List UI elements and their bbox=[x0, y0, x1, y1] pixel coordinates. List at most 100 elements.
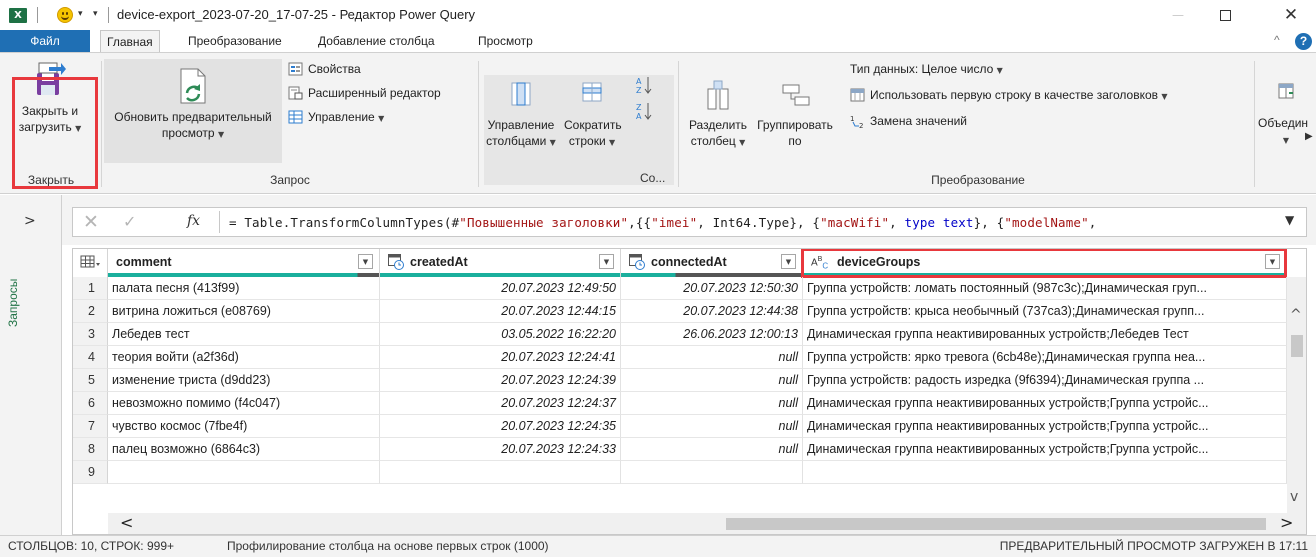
cell-createdAt[interactable]: 20.07.2023 12:24:35 bbox=[380, 415, 621, 438]
cell-createdAt[interactable]: 20.07.2023 12:49:50 bbox=[380, 277, 621, 300]
cell-connectedAt[interactable]: 20.07.2023 12:44:38 bbox=[621, 300, 803, 323]
maximize-button[interactable] bbox=[1202, 0, 1248, 30]
scroll-right-icon[interactable]: > bbox=[1280, 513, 1293, 532]
cell-deviceGroups[interactable]: Динамическая группа неактивированных уст… bbox=[803, 438, 1287, 461]
column-filter-button[interactable]: ▼ bbox=[358, 254, 373, 269]
profiling-mode[interactable]: Профилирование столбца на основе первых … bbox=[227, 536, 549, 557]
close-window-button[interactable]: ✕ bbox=[1268, 0, 1314, 30]
column-filter-button[interactable]: ▼ bbox=[781, 254, 796, 269]
manage-columns-button[interactable]: Управление столбцами ▼ bbox=[484, 79, 558, 151]
quick-access-customize-icon[interactable]: ▾ bbox=[93, 9, 98, 19]
row-number[interactable]: 6 bbox=[73, 392, 108, 415]
group-by-button[interactable]: Группировать по bbox=[754, 79, 836, 149]
queries-pane-label[interactable]: Запросы bbox=[6, 267, 22, 327]
cell-createdAt[interactable]: 20.07.2023 12:24:33 bbox=[380, 438, 621, 461]
table-menu-button[interactable] bbox=[73, 249, 108, 277]
tab-view[interactable]: Просмотр bbox=[478, 30, 533, 52]
cell-comment[interactable]: Лебедев тест bbox=[108, 323, 380, 346]
row-number[interactable]: 5 bbox=[73, 369, 108, 392]
tab-home[interactable]: Главная bbox=[100, 30, 160, 53]
scroll-down-icon[interactable]: v bbox=[1290, 489, 1298, 505]
table-row[interactable]: 9 bbox=[73, 461, 1306, 484]
cell-comment[interactable]: изменение триста (d9dd23) bbox=[108, 369, 380, 392]
sort-descending-button[interactable]: ZA bbox=[636, 101, 662, 125]
cell-connectedAt[interactable]: null bbox=[621, 438, 803, 461]
column-filter-button[interactable]: ▼ bbox=[599, 254, 614, 269]
fx-icon[interactable]: fx bbox=[187, 213, 200, 229]
collapse-ribbon-icon[interactable]: ^ bbox=[1274, 33, 1280, 47]
tab-add-column[interactable]: Добавление столбца bbox=[318, 30, 435, 52]
feedback-smiley-icon[interactable] bbox=[57, 7, 73, 23]
tab-file[interactable]: Файл bbox=[0, 30, 90, 52]
cell-deviceGroups[interactable]: Группа устройств: крыса необычный (737ca… bbox=[803, 300, 1287, 323]
replace-values-button[interactable]: 12 Замена значений bbox=[850, 111, 967, 131]
cell-comment[interactable]: теория войти (a2f36d) bbox=[108, 346, 380, 369]
row-number[interactable]: 4 bbox=[73, 346, 108, 369]
scroll-left-icon[interactable]: < bbox=[120, 513, 133, 532]
reduce-rows-button[interactable]: Сократить строки ▼ bbox=[564, 79, 622, 151]
cell-deviceGroups[interactable]: Динамическая группа неактивированных уст… bbox=[803, 392, 1287, 415]
cell-comment[interactable]: чувство космос (7fbe4f) bbox=[108, 415, 380, 438]
cell-createdAt[interactable]: 20.07.2023 12:24:39 bbox=[380, 369, 621, 392]
table-row[interactable]: 1 палата песня (413f99) 20.07.2023 12:49:5… bbox=[73, 277, 1306, 300]
vertical-scrollbar[interactable]: ^ v bbox=[1287, 277, 1306, 513]
cell-connectedAt[interactable]: 26.06.2023 12:00:13 bbox=[621, 323, 803, 346]
cell-comment[interactable]: палец возможно (6864c3) bbox=[108, 438, 380, 461]
use-first-row-button[interactable]: Использовать первую строку в качестве за… bbox=[850, 85, 1168, 105]
table-row[interactable]: 7 чувство космос (7fbe4f) 20.07.2023 12:24… bbox=[73, 415, 1306, 438]
cell-comment[interactable] bbox=[108, 461, 380, 484]
tab-transform[interactable]: Преобразование bbox=[188, 30, 282, 52]
horizontal-scroll-thumb[interactable] bbox=[726, 518, 1266, 530]
cell-createdAt[interactable] bbox=[380, 461, 621, 484]
cell-deviceGroups[interactable]: Группа устройств: ломать постоянный (987… bbox=[803, 277, 1287, 300]
column-header-connectedAt[interactable]: connectedAt ▼ bbox=[621, 249, 803, 277]
formula-input[interactable]: = Table.TransformColumnTypes(#"Повышенны… bbox=[229, 215, 1096, 230]
split-column-button[interactable]: Разделить столбец ▼ bbox=[684, 79, 752, 151]
cell-createdAt[interactable]: 20.07.2023 12:24:41 bbox=[380, 346, 621, 369]
sort-ascending-button[interactable]: AZ bbox=[636, 75, 662, 99]
help-icon[interactable]: ? bbox=[1295, 33, 1312, 50]
cell-connectedAt[interactable]: null bbox=[621, 346, 803, 369]
row-number[interactable]: 8 bbox=[73, 438, 108, 461]
cell-createdAt[interactable]: 20.07.2023 12:44:15 bbox=[380, 300, 621, 323]
cell-connectedAt[interactable] bbox=[621, 461, 803, 484]
cell-comment[interactable]: невозможно помимо (f4c047) bbox=[108, 392, 380, 415]
refresh-preview-button[interactable]: Обновить предварительный просмотр ▼ bbox=[104, 67, 282, 159]
table-row[interactable]: 3 Лебедев тест 03.05.2022 16:22:20 26.06.20… bbox=[73, 323, 1306, 346]
table-row[interactable]: 4 теория войти (a2f36d) 20.07.2023 12:24:4… bbox=[73, 346, 1306, 369]
ribbon-scroll-right-icon[interactable]: ▶ bbox=[1305, 131, 1313, 142]
cell-deviceGroups[interactable]: Группа устройств: ярко тревога (6cb48e);… bbox=[803, 346, 1287, 369]
row-number[interactable]: 7 bbox=[73, 415, 108, 438]
cell-comment[interactable]: палата песня (413f99) bbox=[108, 277, 380, 300]
vertical-scroll-thumb[interactable] bbox=[1291, 335, 1303, 357]
cell-deviceGroups[interactable]: Динамическая группа неактивированных уст… bbox=[803, 415, 1287, 438]
row-number[interactable]: 9 bbox=[73, 461, 108, 484]
expand-queries-icon[interactable]: > bbox=[24, 213, 36, 229]
cell-comment[interactable]: витрина ложиться (e08769) bbox=[108, 300, 380, 323]
row-number[interactable]: 1 bbox=[73, 277, 108, 300]
table-row[interactable]: 5 изменение триста (d9dd23) 20.07.2023 12:… bbox=[73, 369, 1306, 392]
cell-connectedAt[interactable]: null bbox=[621, 415, 803, 438]
column-header-createdAt[interactable]: createdAt ▼ bbox=[380, 249, 621, 277]
minimize-button[interactable]: — bbox=[1155, 0, 1201, 30]
cell-connectedAt[interactable]: 20.07.2023 12:50:30 bbox=[621, 277, 803, 300]
row-number[interactable]: 3 bbox=[73, 323, 108, 346]
cell-createdAt[interactable]: 03.05.2022 16:22:20 bbox=[380, 323, 621, 346]
cancel-formula-icon[interactable]: ✕ bbox=[83, 211, 99, 233]
table-row[interactable]: 8 палец возможно (6864c3) 20.07.2023 12:24… bbox=[73, 438, 1306, 461]
table-row[interactable]: 2 витрина ложиться (e08769) 20.07.2023 12:… bbox=[73, 300, 1306, 323]
cell-deviceGroups[interactable]: Группа устройств: радость изредка (9f639… bbox=[803, 369, 1287, 392]
manage-button[interactable]: Управление ▼ bbox=[288, 107, 384, 127]
expand-formula-icon[interactable]: ▼ bbox=[1285, 213, 1294, 227]
smiley-dropdown-icon[interactable]: ▾ bbox=[78, 9, 83, 19]
cell-connectedAt[interactable]: null bbox=[621, 369, 803, 392]
excel-app-icon[interactable]: X bbox=[9, 8, 27, 23]
cell-deviceGroups[interactable] bbox=[803, 461, 1287, 484]
horizontal-scrollbar[interactable]: < > bbox=[108, 513, 1306, 534]
cell-deviceGroups[interactable]: Динамическая группа неактивированных уст… bbox=[803, 323, 1287, 346]
data-type-button[interactable]: Тип данных: Целое число ▼ bbox=[846, 59, 1003, 79]
scroll-up-icon[interactable]: ^ bbox=[1290, 307, 1302, 323]
cell-createdAt[interactable]: 20.07.2023 12:24:37 bbox=[380, 392, 621, 415]
column-header-comment[interactable]: comment ▼ bbox=[108, 249, 380, 277]
row-number[interactable]: 2 bbox=[73, 300, 108, 323]
